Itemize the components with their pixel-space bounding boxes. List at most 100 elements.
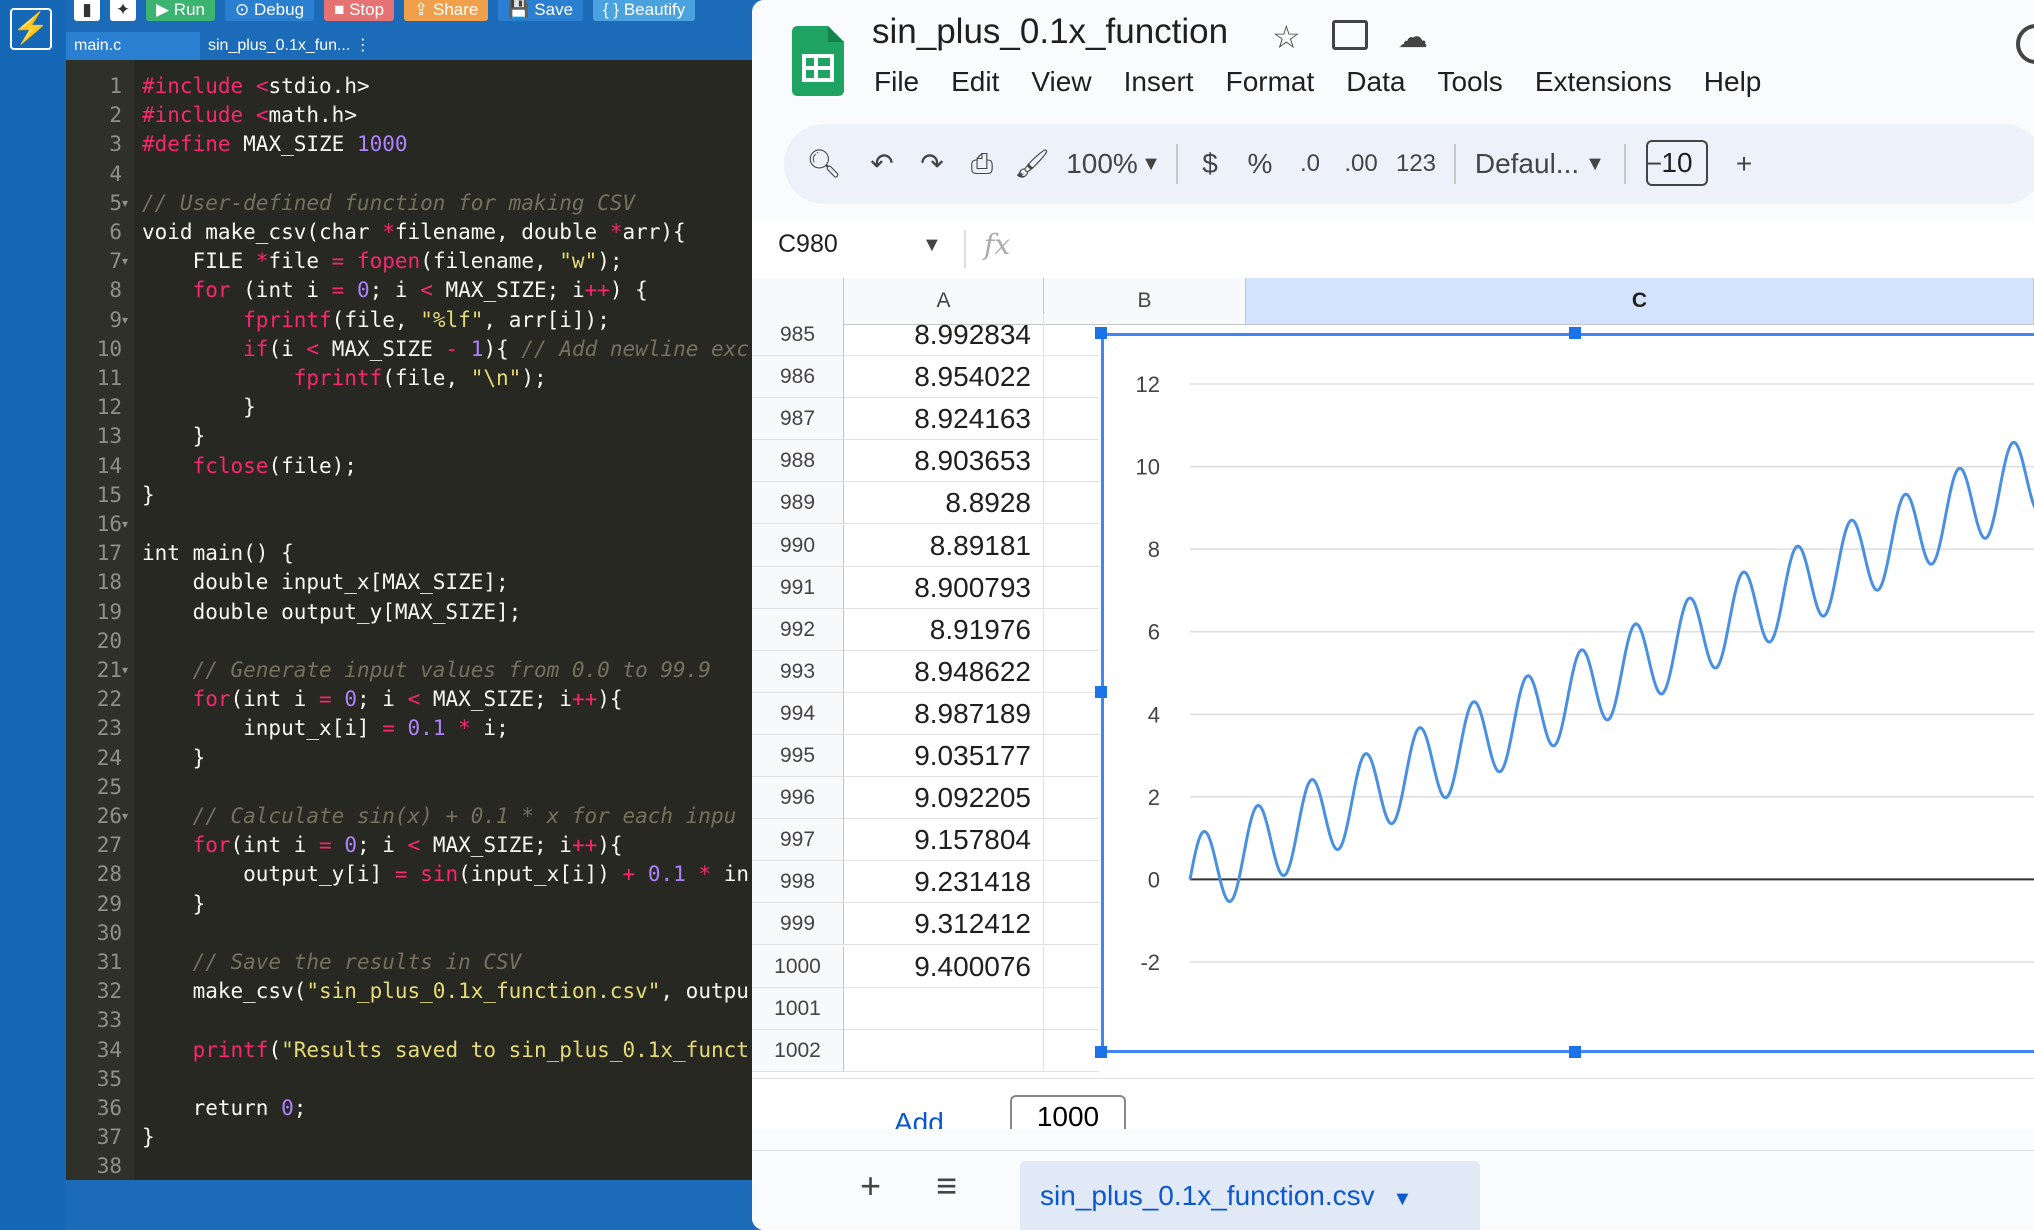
cell-a[interactable]: 9.157804: [844, 819, 1044, 862]
resize-handle[interactable]: [1569, 1046, 1581, 1058]
code-line[interactable]: }: [142, 1123, 155, 1152]
fold-toggle-icon[interactable]: ▾: [122, 189, 132, 218]
cell-a[interactable]: 8.900793: [844, 566, 1044, 609]
sheet-grid[interactable]: A B C 985 8.992834 986 8.954022 987 8.924163 9…: [752, 278, 2034, 1078]
tab-csv-file[interactable]: sin_plus_0.1x_fun... ⋮: [200, 32, 378, 60]
cell-b[interactable]: [1044, 440, 1099, 483]
code-line[interactable]: double input_x[MAX_SIZE];: [142, 568, 509, 597]
chevron-down-icon[interactable]: ▼: [922, 234, 942, 257]
cell-b[interactable]: [1044, 525, 1099, 567]
code-line[interactable]: }: [142, 481, 155, 510]
zoom-select[interactable]: 100%: [1062, 124, 1142, 204]
row-header[interactable]: 988: [752, 440, 844, 483]
number-format-button[interactable]: 123: [1388, 124, 1444, 204]
code-line[interactable]: }: [142, 422, 206, 451]
code-line[interactable]: #include <math.h>: [142, 101, 357, 130]
cell-a[interactable]: [844, 1029, 1044, 1072]
code-line[interactable]: FILE *file = fopen(filename, "w");: [142, 247, 623, 276]
new-file-icon[interactable]: ▮: [74, 0, 100, 21]
cell-a[interactable]: 9.092205: [844, 777, 1044, 820]
code-line[interactable]: }: [142, 890, 206, 919]
star-icon[interactable]: ☆: [1272, 18, 1301, 56]
move-folder-icon[interactable]: [1332, 20, 1368, 50]
row-header[interactable]: 993: [752, 650, 844, 693]
column-header-c[interactable]: C: [1246, 278, 2034, 324]
code-line[interactable]: // Generate input values from 0.0 to 99.…: [142, 656, 711, 685]
code-line[interactable]: }: [142, 744, 206, 773]
stop-button[interactable]: ■ Stop: [324, 0, 395, 21]
cell-b[interactable]: [1044, 861, 1099, 904]
sheet-tab-active[interactable]: sin_plus_0.1x_function.csv ▼: [1020, 1161, 1480, 1230]
menu-extensions[interactable]: Extensions: [1535, 66, 1672, 98]
name-box[interactable]: C980: [778, 230, 838, 259]
cell-a[interactable]: 8.987189: [844, 692, 1044, 735]
add-rows-count-input[interactable]: 1000: [1010, 1095, 1126, 1129]
save-button[interactable]: 💾 Save: [498, 0, 584, 21]
code-line[interactable]: // Calculate sin(x) + 0.1 * x for each i…: [142, 802, 737, 831]
document-title[interactable]: sin_plus_0.1x_function: [872, 12, 1228, 52]
menu-file[interactable]: File: [874, 66, 919, 98]
fold-toggle-icon[interactable]: ▾: [122, 247, 132, 276]
sheets-logo-icon[interactable]: [792, 26, 844, 96]
cell-b[interactable]: [1044, 356, 1099, 399]
cell-b[interactable]: [1044, 314, 1099, 357]
beautify-button[interactable]: { } Beautify: [593, 0, 696, 21]
cell-a[interactable]: 8.992834: [844, 314, 1044, 357]
resize-handle[interactable]: [1095, 686, 1107, 698]
search-icon[interactable]: 🔍︎: [804, 124, 844, 204]
row-header[interactable]: 986: [752, 356, 844, 399]
row-header[interactable]: 997: [752, 819, 844, 862]
tab-main-c[interactable]: main.c: [66, 32, 204, 60]
code-line[interactable]: for(int i = 0; i < MAX_SIZE; i++){: [142, 831, 623, 860]
row-header[interactable]: 992: [752, 608, 844, 651]
menu-help[interactable]: Help: [1704, 66, 1762, 98]
chart-menu-icon[interactable]: ⋮: [2030, 348, 2034, 381]
increase-decimal-button[interactable]: .00: [1336, 124, 1386, 204]
settings-icon[interactable]: ✦: [110, 0, 136, 21]
code-line[interactable]: }: [142, 393, 256, 422]
code-line[interactable]: #include <stdio.h>: [142, 72, 370, 101]
code-line[interactable]: void make_csv(char *filename, double *ar…: [142, 218, 686, 247]
code-line[interactable]: int main() {: [142, 539, 294, 568]
code-line[interactable]: if(i < MAX_SIZE - 1){ // Add newline exc: [142, 335, 749, 364]
share-button[interactable]: ⇪ Share: [404, 0, 489, 21]
chevron-down-icon[interactable]: ▼: [1392, 1188, 1412, 1210]
cell-a[interactable]: 9.400076: [844, 945, 1044, 988]
series-line[interactable]: [1188, 440, 2034, 903]
cell-a[interactable]: 8.903653: [844, 440, 1044, 483]
run-button[interactable]: ▶ Run: [146, 0, 215, 21]
code-line[interactable]: fprintf(file, "\n");: [142, 364, 547, 393]
code-area[interactable]: 1 2 3 4 5 ▾ 6 7 ▾ 8 9 ▾ 10 11 12 13 14 15 16 ▾ 17 18 19 20 21 ▾ 22…: [66, 60, 760, 1180]
cell-b[interactable]: [1044, 651, 1099, 693]
cell-b[interactable]: [1044, 988, 1099, 1030]
cell-b[interactable]: [1044, 609, 1099, 651]
redo-icon[interactable]: ↷: [912, 124, 952, 204]
code-line[interactable]: return 0;: [142, 1094, 307, 1123]
debug-button[interactable]: ⊙ Debug: [224, 0, 315, 21]
row-header[interactable]: 998: [752, 861, 844, 904]
resize-handle[interactable]: [1095, 327, 1107, 339]
increase-font-size-icon[interactable]: +: [1724, 124, 1764, 204]
row-header[interactable]: 990: [752, 524, 844, 567]
code-line[interactable]: // Save the results in CSV: [142, 948, 522, 977]
lightning-logo-icon[interactable]: ⚡: [10, 8, 52, 50]
row-header[interactable]: 1002: [752, 1029, 844, 1072]
embedded-line-chart[interactable]: -2 0 2 4 6 8 10 12 ⋮: [1101, 333, 2034, 1053]
cell-a[interactable]: 8.948622: [844, 650, 1044, 693]
cell-a[interactable]: 8.924163: [844, 398, 1044, 441]
code-line[interactable]: make_csv("sin_plus_0.1x_function.csv", o…: [142, 977, 749, 1006]
code-line[interactable]: fclose(file);: [142, 452, 357, 481]
cell-b[interactable]: [1044, 693, 1099, 735]
row-header[interactable]: 989: [752, 482, 844, 525]
resize-handle[interactable]: [1095, 1046, 1107, 1058]
menu-edit[interactable]: Edit: [951, 66, 999, 98]
percent-format-button[interactable]: %: [1240, 124, 1280, 204]
cell-b[interactable]: [1044, 819, 1099, 862]
code-line[interactable]: for(int i = 0; i < MAX_SIZE; i++){: [142, 685, 623, 714]
undo-icon[interactable]: ↶: [862, 124, 902, 204]
font-select[interactable]: Defaul...: [1472, 124, 1582, 204]
row-header[interactable]: 1001: [752, 987, 844, 1030]
cell-a[interactable]: 8.89181: [844, 524, 1044, 567]
cell-b[interactable]: [1044, 567, 1099, 609]
code-line[interactable]: printf("Results saved to sin_plus_0.1x_f…: [142, 1036, 749, 1065]
